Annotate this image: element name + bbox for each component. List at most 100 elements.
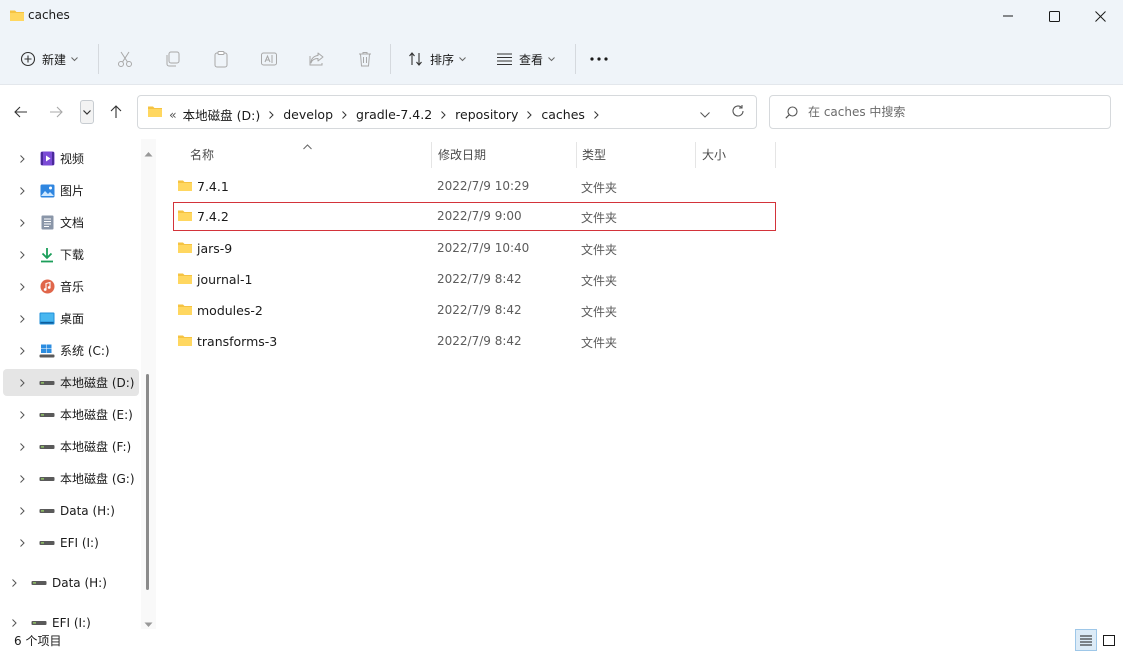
- back-button[interactable]: [11, 103, 31, 121]
- chevron-right-icon[interactable]: [6, 578, 22, 587]
- arrow-left-icon: [14, 106, 27, 118]
- sidebar-item-label: 本地磁盘 (G:): [60, 472, 135, 486]
- paste-button[interactable]: [211, 49, 231, 69]
- address-row: « 本地磁盘 (D:) develop gradle-7.4.2 reposit…: [0, 85, 1123, 139]
- large-icons-view-icon: [1103, 634, 1115, 646]
- breadcrumb-item[interactable]: caches: [541, 107, 585, 122]
- chevron-right-icon[interactable]: [342, 107, 347, 122]
- chevron-right-icon[interactable]: [14, 474, 30, 483]
- drive-icon: [39, 535, 55, 551]
- drive-icon: [39, 471, 55, 487]
- column-divider[interactable]: [576, 142, 577, 168]
- details-view-button[interactable]: [1075, 629, 1097, 651]
- sidebar-item-drive-g[interactable]: 本地磁盘 (G:): [3, 465, 139, 492]
- file-row-highlighted[interactable]: 7.4.2 2022/7/9 9:00 文件夹: [173, 202, 776, 231]
- sidebar-item-drive-f[interactable]: 本地磁盘 (F:): [3, 433, 139, 460]
- file-row[interactable]: modules-2 2022/7/9 8:42 文件夹: [173, 296, 776, 325]
- file-name: 7.4.1: [197, 179, 229, 194]
- sidebar-item-videos[interactable]: 视频: [3, 145, 139, 172]
- chevron-right-icon[interactable]: [14, 506, 30, 515]
- more-button[interactable]: [589, 49, 609, 69]
- recent-locations-button[interactable]: [80, 100, 94, 124]
- refresh-button[interactable]: [731, 104, 745, 121]
- folder-icon: [177, 271, 193, 288]
- chevron-right-icon[interactable]: [527, 107, 533, 122]
- column-header-modified[interactable]: 修改日期: [438, 139, 486, 169]
- sidebar-item-drive-e[interactable]: 本地磁盘 (E:): [3, 401, 139, 428]
- chevron-right-icon[interactable]: [14, 410, 30, 419]
- chevron-right-icon[interactable]: [14, 154, 30, 163]
- chevron-right-icon[interactable]: [14, 218, 30, 227]
- chevron-right-icon[interactable]: [14, 250, 30, 259]
- sidebar-item-label: Data (H:): [52, 575, 107, 590]
- breadcrumb-item[interactable]: gradle-7.4.2: [356, 107, 432, 122]
- file-row[interactable]: journal-1 2022/7/9 8:42 文件夹: [173, 265, 776, 294]
- column-divider[interactable]: [695, 142, 696, 168]
- sidebar-item-music[interactable]: 音乐: [3, 273, 139, 300]
- chevron-right-icon[interactable]: [14, 442, 30, 451]
- sidebar-item-label: 系统 (C:): [60, 344, 110, 358]
- toolbar-divider: [390, 44, 391, 74]
- file-type: 文件夹: [581, 243, 618, 257]
- minimize-button[interactable]: [985, 0, 1031, 32]
- file-row[interactable]: jars-9 2022/7/9 10:40 文件夹: [173, 234, 776, 263]
- sidebar-item-drive-d[interactable]: 本地磁盘 (D:): [3, 369, 139, 396]
- chevron-right-icon[interactable]: [14, 186, 30, 195]
- search-input[interactable]: [808, 103, 1098, 121]
- address-history-dropdown[interactable]: [700, 107, 710, 121]
- sidebar-item-desktop[interactable]: 桌面: [3, 305, 139, 332]
- sidebar-item-downloads[interactable]: 下载: [3, 241, 139, 268]
- sidebar-item-documents[interactable]: 文档: [3, 209, 139, 236]
- column-divider[interactable]: [775, 142, 776, 168]
- breadcrumb-item[interactable]: develop: [283, 107, 333, 122]
- forward-button[interactable]: [46, 103, 66, 121]
- address-bar[interactable]: « 本地磁盘 (D:) develop gradle-7.4.2 reposit…: [137, 95, 757, 129]
- sidebar-item-label: 桌面: [60, 312, 85, 326]
- sidebar-item-pictures[interactable]: 图片: [3, 177, 139, 204]
- sidebar-item-efi-i[interactable]: EFI (I:): [3, 609, 139, 629]
- search-box[interactable]: [769, 95, 1111, 129]
- close-icon: [1094, 10, 1106, 22]
- breadcrumb-item[interactable]: repository: [455, 107, 518, 122]
- sort-button[interactable]: 排序: [408, 45, 466, 73]
- file-row[interactable]: transforms-3 2022/7/9 8:42 文件夹: [173, 327, 776, 356]
- delete-button[interactable]: [355, 49, 375, 69]
- chevron-right-icon[interactable]: [14, 282, 30, 291]
- sidebar-item-drive-c[interactable]: 系统 (C:): [3, 337, 139, 364]
- chevron-right-icon[interactable]: [14, 538, 30, 547]
- maximize-button[interactable]: [1031, 0, 1077, 32]
- sidebar-item-drive-i[interactable]: EFI (I:): [3, 529, 139, 556]
- column-header-type[interactable]: 类型: [582, 139, 606, 169]
- sidebar-scroll-thumb[interactable]: [146, 374, 149, 590]
- chevron-right-icon[interactable]: [441, 107, 446, 122]
- chevron-right-icon[interactable]: [269, 107, 274, 122]
- file-row[interactable]: 7.4.1 2022/7/9 10:29 文件夹: [173, 172, 776, 201]
- column-divider[interactable]: [431, 142, 432, 168]
- new-button[interactable]: 新建: [20, 45, 78, 73]
- breadcrumb-item[interactable]: 本地磁盘 (D:): [183, 105, 261, 124]
- add-circle-icon: [20, 51, 36, 67]
- cut-button[interactable]: [115, 49, 135, 69]
- sidebar-item-drive-h[interactable]: Data (H:): [3, 497, 139, 524]
- chevron-right-icon[interactable]: [594, 107, 599, 122]
- large-icons-view-button[interactable]: [1098, 629, 1120, 651]
- column-header-size[interactable]: 大小: [702, 139, 726, 169]
- chevron-right-icon[interactable]: [14, 378, 30, 387]
- rename-button[interactable]: [259, 49, 279, 69]
- breadcrumb-overflow[interactable]: «: [169, 107, 177, 122]
- up-button[interactable]: [106, 103, 126, 121]
- copy-button[interactable]: [163, 49, 183, 69]
- view-button[interactable]: 查看: [496, 45, 555, 73]
- chevron-right-icon[interactable]: [14, 314, 30, 323]
- chevron-right-icon[interactable]: [6, 618, 22, 627]
- file-modified: 2022/7/9 8:42: [437, 272, 522, 286]
- column-header-name[interactable]: 名称: [190, 139, 214, 169]
- share-button[interactable]: [307, 49, 327, 69]
- chevron-right-icon[interactable]: [14, 346, 30, 355]
- sidebar-item-data-h[interactable]: Data (H:): [3, 569, 139, 596]
- file-name: transforms-3: [197, 334, 278, 349]
- drive-icon: [31, 615, 47, 630]
- close-button[interactable]: [1077, 0, 1123, 32]
- arrow-up-icon: [110, 105, 122, 118]
- scroll-up-icon[interactable]: [144, 146, 153, 160]
